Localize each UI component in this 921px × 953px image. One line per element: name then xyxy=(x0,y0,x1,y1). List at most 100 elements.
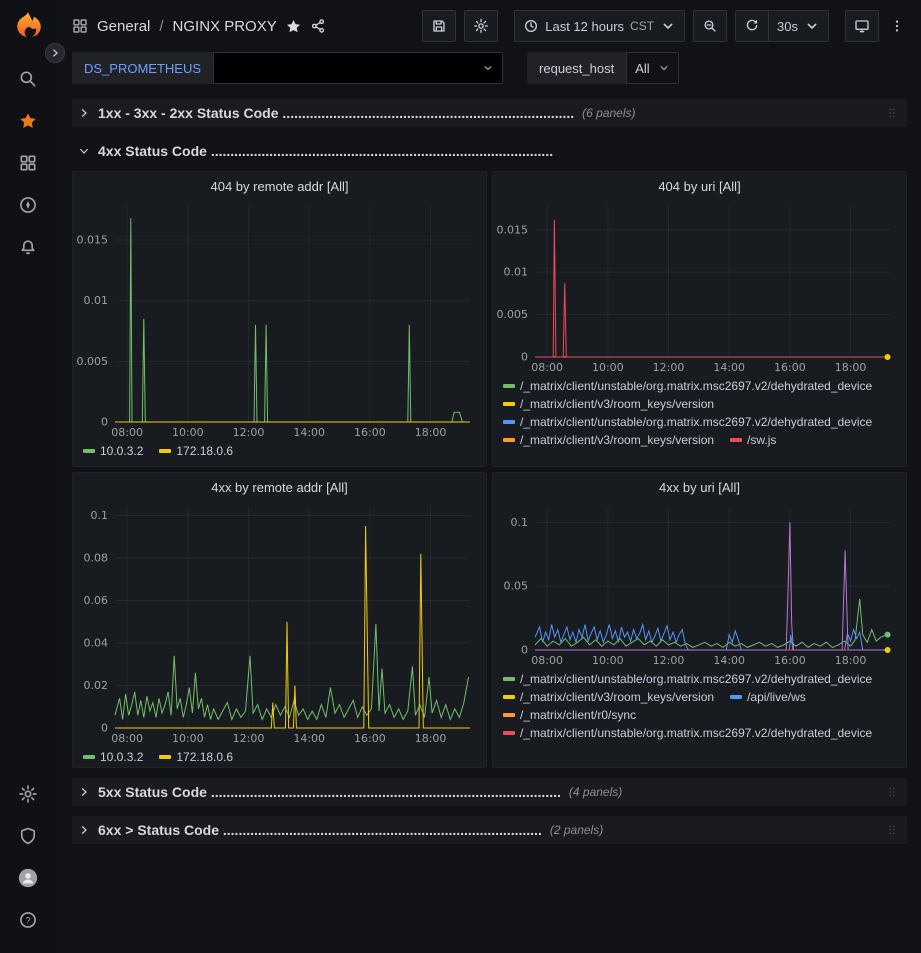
help-circle-icon[interactable]: ? xyxy=(5,899,51,941)
row-header-4xx[interactable]: 4xx Status Code ........................… xyxy=(72,137,907,165)
panel-title[interactable]: 404 by uri [All] xyxy=(493,172,906,200)
variables-bar: DS_PROMETHEUS request_host All xyxy=(55,48,921,94)
alerting-bell-icon[interactable] xyxy=(5,226,51,268)
row-drag-handle[interactable] xyxy=(885,820,899,840)
sidebar-expand-button[interactable] xyxy=(45,43,65,63)
legend-label: /sw.js xyxy=(747,433,776,447)
chevron-down-icon xyxy=(658,62,670,74)
clock-icon xyxy=(523,18,539,34)
panel-title[interactable]: 4xx by uri [All] xyxy=(493,473,906,501)
sidebar: ? xyxy=(0,0,55,953)
request-host-value-dropdown[interactable]: All xyxy=(626,52,678,84)
legend: /_matrix/client/unstable/org.matrix.msc2… xyxy=(493,668,906,767)
row-drag-handle[interactable] xyxy=(885,103,899,123)
svg-text:14:00: 14:00 xyxy=(293,426,325,439)
sidebar-bottom: ? xyxy=(5,773,51,941)
share-icon[interactable] xyxy=(310,18,326,34)
configuration-gear-icon[interactable] xyxy=(5,773,51,815)
dashboard-settings-button[interactable] xyxy=(464,10,498,42)
legend-swatch xyxy=(730,695,742,699)
svg-text:12:00: 12:00 xyxy=(653,654,685,667)
dashboards-icon[interactable] xyxy=(5,142,51,184)
request-host-label: request_host xyxy=(527,52,626,84)
request-host-value-text: All xyxy=(635,61,649,76)
favorite-star-icon[interactable] xyxy=(285,18,302,35)
row-drag-handle[interactable] xyxy=(885,782,899,802)
datasource-variable-label[interactable]: DS_PROMETHEUS xyxy=(72,52,213,84)
dashboard-body: 1xx - 3xx - 2xx Status Code ............… xyxy=(55,94,921,953)
explore-compass-icon[interactable] xyxy=(5,184,51,226)
apps-icon xyxy=(71,17,89,35)
legend-item[interactable]: /_matrix/client/unstable/org.matrix.msc2… xyxy=(503,726,872,740)
svg-text:18:00: 18:00 xyxy=(415,426,447,439)
main-area: General / NGINX PROXY Last 12 hours CST xyxy=(55,0,921,953)
svg-text:08:00: 08:00 xyxy=(111,732,143,745)
svg-text:0.01: 0.01 xyxy=(84,294,109,307)
legend-item[interactable]: 172.18.0.6 xyxy=(159,444,233,458)
chart-4xx-by-uri[interactable]: 08:0010:0012:0014:0016:0018:0000.050.1 xyxy=(493,501,906,668)
legend-swatch xyxy=(83,755,95,759)
svg-text:16:00: 16:00 xyxy=(354,732,386,745)
breadcrumb: General / NGINX PROXY xyxy=(71,17,326,35)
row-header-5xx[interactable]: 5xx Status Code ........................… xyxy=(72,778,907,806)
refresh-button[interactable] xyxy=(735,10,769,42)
chart-404-by-uri[interactable]: 08:0010:0012:0014:0016:0018:0000.0050.01… xyxy=(493,200,906,375)
legend-item[interactable]: 10.0.3.2 xyxy=(83,750,143,764)
breadcrumb-separator: / xyxy=(159,18,163,35)
refresh-interval-label: 30s xyxy=(777,19,798,34)
starred-icon[interactable] xyxy=(5,100,51,142)
legend-label: /_matrix/client/unstable/org.matrix.msc2… xyxy=(520,672,872,686)
time-picker-button[interactable]: Last 12 hours CST xyxy=(514,10,685,42)
admin-shield-icon[interactable] xyxy=(5,815,51,857)
svg-text:0.005: 0.005 xyxy=(497,308,529,321)
svg-text:16:00: 16:00 xyxy=(774,361,806,374)
search-icon[interactable] xyxy=(5,58,51,100)
breadcrumb-folder[interactable]: General xyxy=(97,18,150,35)
legend-item[interactable]: /sw.js xyxy=(730,433,776,447)
breadcrumb-dashboard-title[interactable]: NGINX PROXY xyxy=(173,18,277,35)
legend-swatch xyxy=(159,449,171,453)
legend-item[interactable]: /_matrix/client/v3/room_keys/version xyxy=(503,433,714,447)
row-title: 4xx Status Code ........................… xyxy=(98,143,553,159)
legend-item[interactable]: /_matrix/client/unstable/org.matrix.msc2… xyxy=(503,415,872,429)
row-header-1xx-3xx-2xx[interactable]: 1xx - 3xx - 2xx Status Code ............… xyxy=(72,99,907,127)
legend-item[interactable]: /_matrix/client/v3/room_keys/version xyxy=(503,690,714,704)
legend-swatch xyxy=(503,384,515,388)
svg-text:0.06: 0.06 xyxy=(84,594,109,607)
row-header-6xx[interactable]: 6xx > Status Code ......................… xyxy=(72,816,907,844)
legend-item[interactable]: /api/live/ws xyxy=(730,690,806,704)
svg-text:0.005: 0.005 xyxy=(77,355,109,368)
legend-item[interactable]: 10.0.3.2 xyxy=(83,444,143,458)
legend-item[interactable]: /_matrix/client/v3/room_keys/version xyxy=(503,397,714,411)
svg-text:0.1: 0.1 xyxy=(91,509,109,522)
more-menu-button[interactable] xyxy=(887,10,907,42)
chart-404-by-remote-addr[interactable]: 08:0010:0012:0014:0016:0018:0000.0050.01… xyxy=(73,200,486,440)
svg-text:0.02: 0.02 xyxy=(84,679,109,692)
save-dashboard-button[interactable] xyxy=(422,10,456,42)
refresh-interval-button[interactable]: 30s xyxy=(769,10,829,42)
tv-mode-button[interactable] xyxy=(845,10,879,42)
svg-text:0: 0 xyxy=(521,644,528,657)
legend-swatch xyxy=(503,731,515,735)
chart-4xx-by-remote-addr[interactable]: 08:0010:0012:0014:0016:0018:0000.020.040… xyxy=(73,501,486,746)
svg-text:0: 0 xyxy=(521,351,528,364)
legend-label: 10.0.3.2 xyxy=(100,750,143,764)
legend-item[interactable]: /_matrix/client/unstable/org.matrix.msc2… xyxy=(503,672,872,686)
monitor-icon xyxy=(854,18,870,34)
svg-text:18:00: 18:00 xyxy=(835,361,867,374)
svg-text:12:00: 12:00 xyxy=(233,732,265,745)
user-avatar[interactable] xyxy=(15,865,41,891)
row-panel-count: (4 panels) xyxy=(569,785,622,799)
datasource-variable-value[interactable] xyxy=(213,52,503,84)
zoom-out-button[interactable] xyxy=(693,10,727,42)
chevron-down-icon xyxy=(804,18,820,34)
legend-item[interactable]: /_matrix/client/unstable/org.matrix.msc2… xyxy=(503,379,872,393)
grafana-logo[interactable] xyxy=(11,10,45,44)
panel-title[interactable]: 4xx by remote addr [All] xyxy=(73,473,486,501)
svg-text:10:00: 10:00 xyxy=(172,732,204,745)
panel-404-by-uri: 404 by uri [All] 08:0010:0012:0014:0016:… xyxy=(492,171,907,467)
legend-item[interactable]: /_matrix/client/r0/sync xyxy=(503,708,636,722)
row-panel-count: (2 panels) xyxy=(550,823,603,837)
panel-title[interactable]: 404 by remote addr [All] xyxy=(73,172,486,200)
legend-item[interactable]: 172.18.0.6 xyxy=(159,750,233,764)
